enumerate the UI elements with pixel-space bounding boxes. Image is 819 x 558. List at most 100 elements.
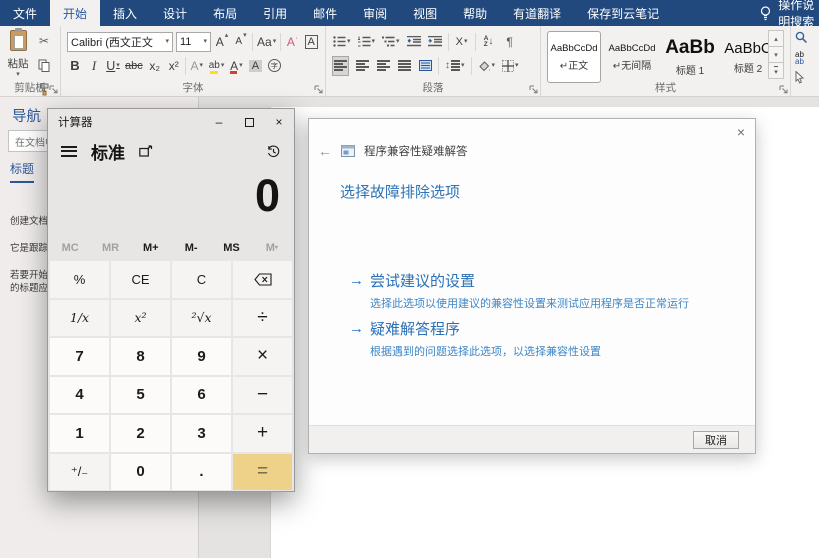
four-key[interactable]: 4 [50,377,109,414]
tell-me-search[interactable]: 操作说明搜索 [760,0,819,26]
decimal-key[interactable]: . [172,454,231,491]
change-case-button[interactable]: Aa▾ [256,32,277,52]
shading-button[interactable]: ▾ [477,56,497,76]
font-name-select[interactable]: Calibri (西文正文▾ [67,32,173,52]
character-shading-button[interactable]: A [247,56,263,76]
equals-key[interactable]: = [233,454,292,491]
decrease-indent-button[interactable] [406,32,422,52]
square-key[interactable]: x² [111,300,170,337]
style-heading-1[interactable]: AaBb 标题 1 [663,31,717,83]
superscript-button[interactable]: x² [166,56,182,76]
tab-youdao-translate[interactable]: 有道翻译 [500,0,574,26]
style-no-spacing[interactable]: AaBbCcDd ↵无间隔 [605,31,659,83]
option-try-recommended-settings[interactable]: → 尝试建议的设置 选择此选项以使用建议的兼容性设置来测试应用程序是否正常运行 [349,270,689,311]
tab-save-to-cloud-notes[interactable]: 保存到云笔记 [574,0,672,26]
reciprocal-key[interactable]: 1/x [50,300,109,337]
tab-insert[interactable]: 插入 [100,0,150,26]
zero-key[interactable]: 0 [111,454,170,491]
eight-key[interactable]: 8 [111,338,170,375]
clipboard-dialog-launcher-icon[interactable] [49,85,58,94]
percent-key[interactable]: % [50,261,109,298]
tab-layout[interactable]: 布局 [200,0,250,26]
shrink-font-button[interactable]: A▾ [233,32,249,52]
borders-button[interactable]: ▾ [501,56,520,76]
multiply-key[interactable]: × [233,338,292,375]
paragraph-dialog-launcher-icon[interactable] [529,85,538,94]
close-button[interactable]: × [264,109,294,135]
memory-flyout-button[interactable]: M▾ [252,237,292,259]
bold-button[interactable]: B [67,56,83,76]
find-button[interactable] [795,30,808,45]
tab-review[interactable]: 审阅 [350,0,400,26]
clear-key[interactable]: C [172,261,231,298]
style-heading-2[interactable]: AaBbC 标题 2 [721,31,775,83]
styles-scroll-up-button[interactable]: ▴ [768,30,784,47]
seven-key[interactable]: 7 [50,338,109,375]
underline-button[interactable]: U▾ [105,56,121,76]
tab-home[interactable]: 开始 [50,0,100,26]
tab-file[interactable]: 文件 [0,0,50,26]
memory-recall-button[interactable]: MR [90,237,130,259]
keep-on-top-icon[interactable] [139,145,153,157]
increase-indent-button[interactable] [427,32,443,52]
italic-button[interactable]: I [86,56,102,76]
font-color-button[interactable]: A▾ [228,56,244,76]
character-border-button[interactable]: A [303,32,319,52]
bullet-list-button[interactable]: ▾ [332,32,352,52]
six-key[interactable]: 6 [172,377,231,414]
memory-clear-button[interactable]: MC [50,237,90,259]
divide-key[interactable]: ÷ [233,300,292,337]
distribute-button[interactable] [417,56,433,76]
line-spacing-button[interactable]: ↕▾ [444,56,466,76]
numbered-list-button[interactable]: ▾ [357,32,377,52]
tab-help[interactable]: 帮助 [450,0,500,26]
backspace-key[interactable] [233,261,292,298]
styles-gallery-expand-button[interactable]: ▾ [768,62,784,79]
one-key[interactable]: 1 [50,415,109,452]
hamburger-menu-icon[interactable] [61,146,77,157]
subscript-button[interactable]: x₂ [147,56,163,76]
history-icon[interactable] [266,144,281,159]
justify-button[interactable] [396,56,412,76]
two-key[interactable]: 2 [111,415,170,452]
nine-key[interactable]: 9 [172,338,231,375]
close-icon[interactable]: × [737,124,745,140]
align-center-button[interactable] [354,56,370,76]
select-button[interactable] [795,70,808,85]
memory-store-button[interactable]: MS [211,237,251,259]
multilevel-list-button[interactable]: ▾ [381,32,401,52]
enclose-characters-button[interactable]: 字 [266,56,282,76]
tab-references[interactable]: 引用 [250,0,300,26]
font-dialog-launcher-icon[interactable] [314,85,323,94]
minimize-button[interactable]: – [204,109,234,135]
styles-scroll-down-button[interactable]: ▾ [768,46,784,63]
five-key[interactable]: 5 [111,377,170,414]
styles-dialog-launcher-icon[interactable] [779,85,788,94]
plus-minus-key[interactable]: ⁺/₋ [50,454,109,491]
strikethrough-button[interactable]: abc [124,56,144,76]
subtract-key[interactable]: − [233,377,292,414]
show-hide-marks-button[interactable]: ¶ [502,32,518,52]
style-normal[interactable]: AaBbCcDd ↵正文 [547,31,601,83]
text-effects-button[interactable]: A▾ [189,56,205,76]
memory-subtract-button[interactable]: M- [171,237,211,259]
cancel-button[interactable]: 取消 [693,431,739,449]
grow-font-button[interactable]: A▴ [214,32,230,52]
tab-view[interactable]: 视图 [400,0,450,26]
calculator-title-bar[interactable]: 计算器 – × [48,109,294,135]
sort-button[interactable]: AZ↓ [481,32,497,52]
replace-button[interactable]: abab [795,50,808,65]
three-key[interactable]: 3 [172,415,231,452]
tab-mailings[interactable]: 邮件 [300,0,350,26]
font-size-select[interactable]: 11▾ [176,32,211,52]
copy-button[interactable] [36,55,52,75]
option-troubleshoot-program[interactable]: → 疑难解答程序 根据遇到的问题选择此选项，以选择兼容性设置 [349,318,601,359]
nav-tab-headings[interactable]: 标题 [10,160,34,183]
align-right-button[interactable] [375,56,391,76]
add-key[interactable]: + [233,415,292,452]
align-left-button[interactable] [332,56,349,76]
square-root-key[interactable]: ²√x [172,300,231,337]
cut-button[interactable]: ✂ [36,31,52,51]
maximize-button[interactable] [234,109,264,135]
memory-add-button[interactable]: M+ [131,237,171,259]
